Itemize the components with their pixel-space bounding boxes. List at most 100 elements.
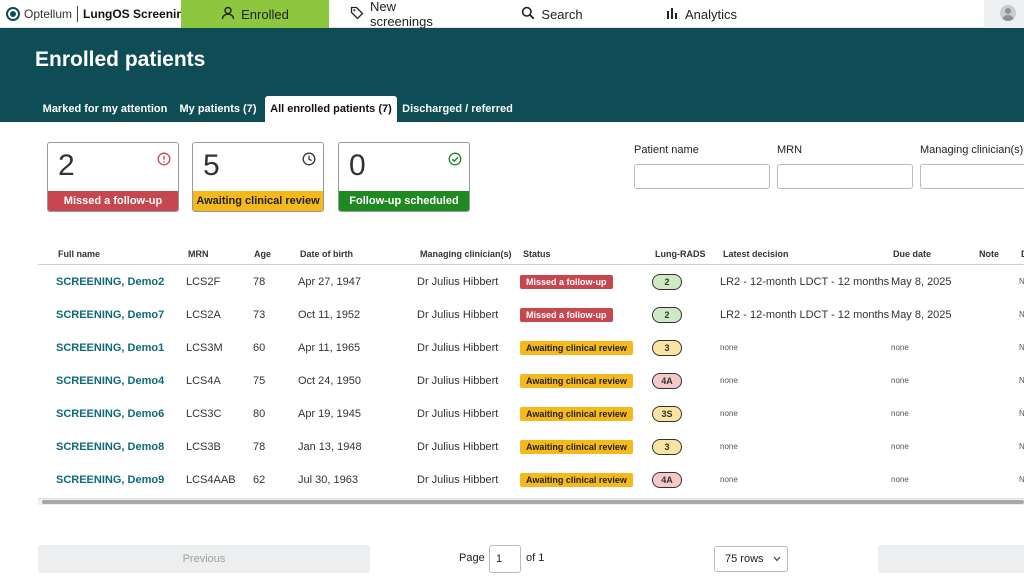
nav-tab-enrolled[interactable]: Enrolled bbox=[181, 0, 329, 28]
summary-label: Follow-up scheduled bbox=[339, 191, 469, 211]
table-row[interactable]: SCREENING, Demo2 LCS2F 78 Apr 27, 1947 Dr Ju… bbox=[38, 265, 1024, 298]
extra-cell: N bbox=[1019, 442, 1024, 451]
mrn-cell: LCS4A bbox=[186, 374, 221, 387]
tab-all-enrolled[interactable]: All enrolled patients (7) bbox=[265, 96, 397, 122]
patient-name-link[interactable]: SCREENING, Demo2 bbox=[56, 265, 164, 298]
avatar-icon bbox=[1000, 5, 1016, 21]
lung-rads-cell: 3S bbox=[652, 397, 682, 430]
page-number-input[interactable]: 1 bbox=[489, 545, 521, 573]
product-name: LungOS Screening bbox=[83, 7, 192, 21]
summary-count: 5 bbox=[203, 149, 220, 182]
column-header-clinician[interactable]: Managing clinician(s) bbox=[420, 249, 512, 259]
clinician-cell: Dr Julius Hibbert bbox=[417, 374, 499, 387]
column-header-dob[interactable]: Date of birth bbox=[300, 249, 353, 259]
column-header-status[interactable]: Status bbox=[523, 249, 551, 259]
lung-rads-badge: 2 bbox=[652, 306, 682, 323]
mrn-input[interactable] bbox=[777, 164, 913, 189]
nav-tab-search[interactable]: Search bbox=[522, 0, 583, 28]
rows-per-page-select[interactable]: 75 rows bbox=[714, 546, 788, 572]
check-circle-icon bbox=[448, 152, 462, 171]
table-row[interactable]: SCREENING, Demo1 LCS3M 60 Apr 11, 1965 Dr Ju… bbox=[38, 331, 1024, 364]
column-header-latest-decision[interactable]: Latest decision bbox=[723, 249, 789, 259]
lung-rads-badge: 3 bbox=[652, 339, 682, 356]
column-header-mrn[interactable]: MRN bbox=[188, 249, 209, 259]
tab-discharged-referred[interactable]: Discharged / referred bbox=[401, 96, 514, 122]
summary-card-scheduled[interactable]: 0 Follow-up scheduled bbox=[338, 142, 470, 212]
status-badge: Missed a follow-up bbox=[520, 307, 613, 322]
patient-name-link[interactable]: SCREENING, Demo1 bbox=[56, 331, 164, 364]
latest-decision-cell: none bbox=[720, 442, 738, 451]
patient-name-input[interactable] bbox=[634, 164, 770, 189]
previous-page-button[interactable]: Previous bbox=[38, 545, 370, 573]
clinician-cell: Dr Julius Hibbert bbox=[417, 440, 499, 453]
lung-rads-cell: 4A bbox=[652, 463, 682, 496]
brand-divider bbox=[77, 6, 79, 22]
next-page-button[interactable] bbox=[878, 545, 1024, 573]
clinician-cell: Dr Julius Hibbert bbox=[417, 473, 499, 486]
table-row[interactable]: SCREENING, Demo8 LCS3B 78 Jan 13, 1948 Dr Ju… bbox=[38, 430, 1024, 463]
status-badge: Awaiting clinical review bbox=[520, 439, 633, 454]
summary-count: 2 bbox=[58, 149, 75, 182]
mrn-cell: LCS2A bbox=[186, 308, 221, 321]
lung-rads-badge: 2 bbox=[652, 273, 682, 290]
patient-name-link[interactable]: SCREENING, Demo4 bbox=[56, 364, 164, 397]
column-header-age[interactable]: Age bbox=[254, 249, 271, 259]
tag-icon bbox=[350, 6, 370, 23]
status-cell: Awaiting clinical review bbox=[520, 331, 633, 364]
mrn-label: MRN bbox=[777, 144, 803, 156]
patient-name-link[interactable]: SCREENING, Demo7 bbox=[56, 298, 164, 331]
page-count: of 1 bbox=[526, 552, 545, 564]
latest-decision-cell: none bbox=[720, 343, 738, 352]
table-row[interactable]: SCREENING, Demo6 LCS3C 80 Apr 19, 1945 Dr Ju… bbox=[38, 397, 1024, 430]
patient-name-link[interactable]: SCREENING, Demo9 bbox=[56, 463, 164, 496]
user-icon bbox=[221, 6, 241, 23]
patient-name-link[interactable]: SCREENING, Demo6 bbox=[56, 397, 164, 430]
extra-cell: N bbox=[1019, 376, 1024, 385]
mrn-cell: LCS4AAB bbox=[186, 473, 236, 486]
clock-icon bbox=[302, 152, 316, 171]
summary-card-missed[interactable]: 2 Missed a follow-up bbox=[47, 142, 179, 212]
user-menu[interactable] bbox=[984, 0, 1024, 28]
column-header-lung-rads[interactable]: Lung-RADS bbox=[655, 249, 706, 259]
due-date-cell: none bbox=[891, 409, 909, 418]
page-title: Enrolled patients bbox=[35, 48, 206, 71]
column-header-due-date[interactable]: Due date bbox=[893, 249, 931, 259]
extra-cell: N bbox=[1019, 310, 1024, 319]
latest-decision-cell: LR2 - 12-month LDCT - 12 months bbox=[720, 308, 890, 321]
horizontal-scrollbar[interactable] bbox=[38, 498, 1024, 505]
mrn-cell: LCS3C bbox=[186, 407, 222, 420]
latest-decision-cell: none bbox=[720, 376, 738, 385]
nav-tab-label: Search bbox=[541, 6, 583, 22]
clinician-cell: Dr Julius Hibbert bbox=[417, 275, 499, 288]
table-row[interactable]: SCREENING, Demo7 LCS2A 73 Oct 11, 1952 Dr Ju… bbox=[38, 298, 1024, 331]
mrn-cell: LCS3B bbox=[186, 440, 221, 453]
table-row[interactable]: SCREENING, Demo4 LCS4A 75 Oct 24, 1950 Dr Ju… bbox=[38, 364, 1024, 397]
dob-cell: Apr 27, 1947 bbox=[298, 275, 361, 288]
due-date-cell: May 8, 2025 bbox=[891, 275, 952, 288]
clinician-input[interactable] bbox=[920, 164, 1024, 189]
status-badge: Awaiting clinical review bbox=[520, 373, 633, 388]
status-badge: Awaiting clinical review bbox=[520, 472, 633, 487]
lung-rads-cell: 2 bbox=[652, 298, 682, 331]
summary-card-awaiting[interactable]: 5 Awaiting clinical review bbox=[192, 142, 324, 212]
status-cell: Missed a follow-up bbox=[520, 265, 613, 298]
column-header-note[interactable]: Note bbox=[979, 249, 999, 259]
age-cell: 75 bbox=[253, 374, 266, 387]
patient-name-link[interactable]: SCREENING, Demo8 bbox=[56, 430, 164, 463]
tab-marked-for-attention[interactable]: Marked for my attention bbox=[38, 96, 172, 122]
nav-tab-analytics[interactable]: Analytics bbox=[665, 0, 737, 28]
age-cell: 62 bbox=[253, 473, 266, 486]
column-header-full-name[interactable]: Full name bbox=[58, 249, 100, 259]
extra-cell: N bbox=[1019, 409, 1024, 418]
table-row[interactable]: SCREENING, Demo9 LCS4AAB 62 Jul 30, 1963 Dr … bbox=[38, 463, 1024, 496]
scrollbar-thumb[interactable] bbox=[42, 500, 1024, 504]
bar-chart-icon bbox=[665, 6, 685, 23]
brand[interactable]: Optellum LungOS Screening bbox=[6, 0, 191, 28]
nav-tab-new-screenings[interactable]: New screenings bbox=[350, 0, 458, 29]
summary-label: Awaiting clinical review bbox=[193, 191, 323, 211]
dob-cell: Jul 30, 1963 bbox=[298, 473, 358, 486]
age-cell: 60 bbox=[253, 341, 266, 354]
brand-name: Optellum bbox=[24, 7, 73, 21]
tab-my-patients[interactable]: My patients (7) bbox=[176, 96, 260, 122]
due-date-cell: none bbox=[891, 343, 909, 352]
